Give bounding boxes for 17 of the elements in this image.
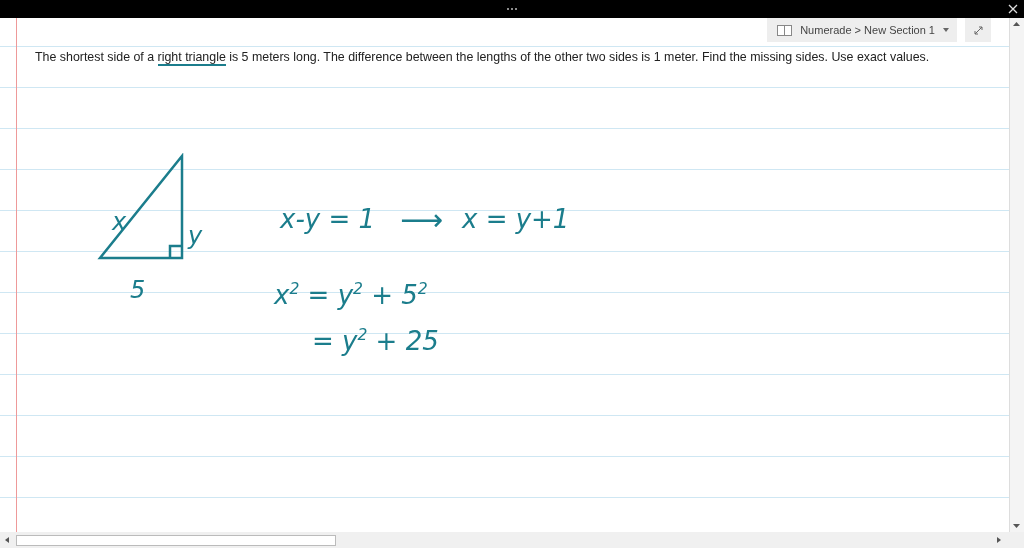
equation-text: x-y = 1 xyxy=(280,204,375,236)
side-label: 5 xyxy=(130,276,146,305)
vertical-scrollbar[interactable] xyxy=(1009,18,1024,532)
notebook-location-button[interactable]: Numerade > New Section 1 xyxy=(767,18,957,42)
equation-text: x$^{2}$ = y$^{2}$ + 5$^{2}$ xyxy=(274,280,428,312)
equation-text: x = y+1 xyxy=(462,204,570,236)
equation-text: = y$^{2}$ + 25 xyxy=(312,326,439,358)
more-icon[interactable] xyxy=(506,7,518,11)
scrollbar-thumb[interactable] xyxy=(16,534,336,546)
arrow-text: ⟶ xyxy=(400,202,443,238)
side-label: y xyxy=(188,222,203,251)
notebook-icon xyxy=(777,24,793,36)
expand-icon xyxy=(973,25,983,35)
horizontal-scrollbar[interactable] xyxy=(0,532,1024,548)
close-icon[interactable] xyxy=(1008,4,1018,14)
caret-icon xyxy=(943,28,949,32)
side-label: x xyxy=(112,208,127,237)
